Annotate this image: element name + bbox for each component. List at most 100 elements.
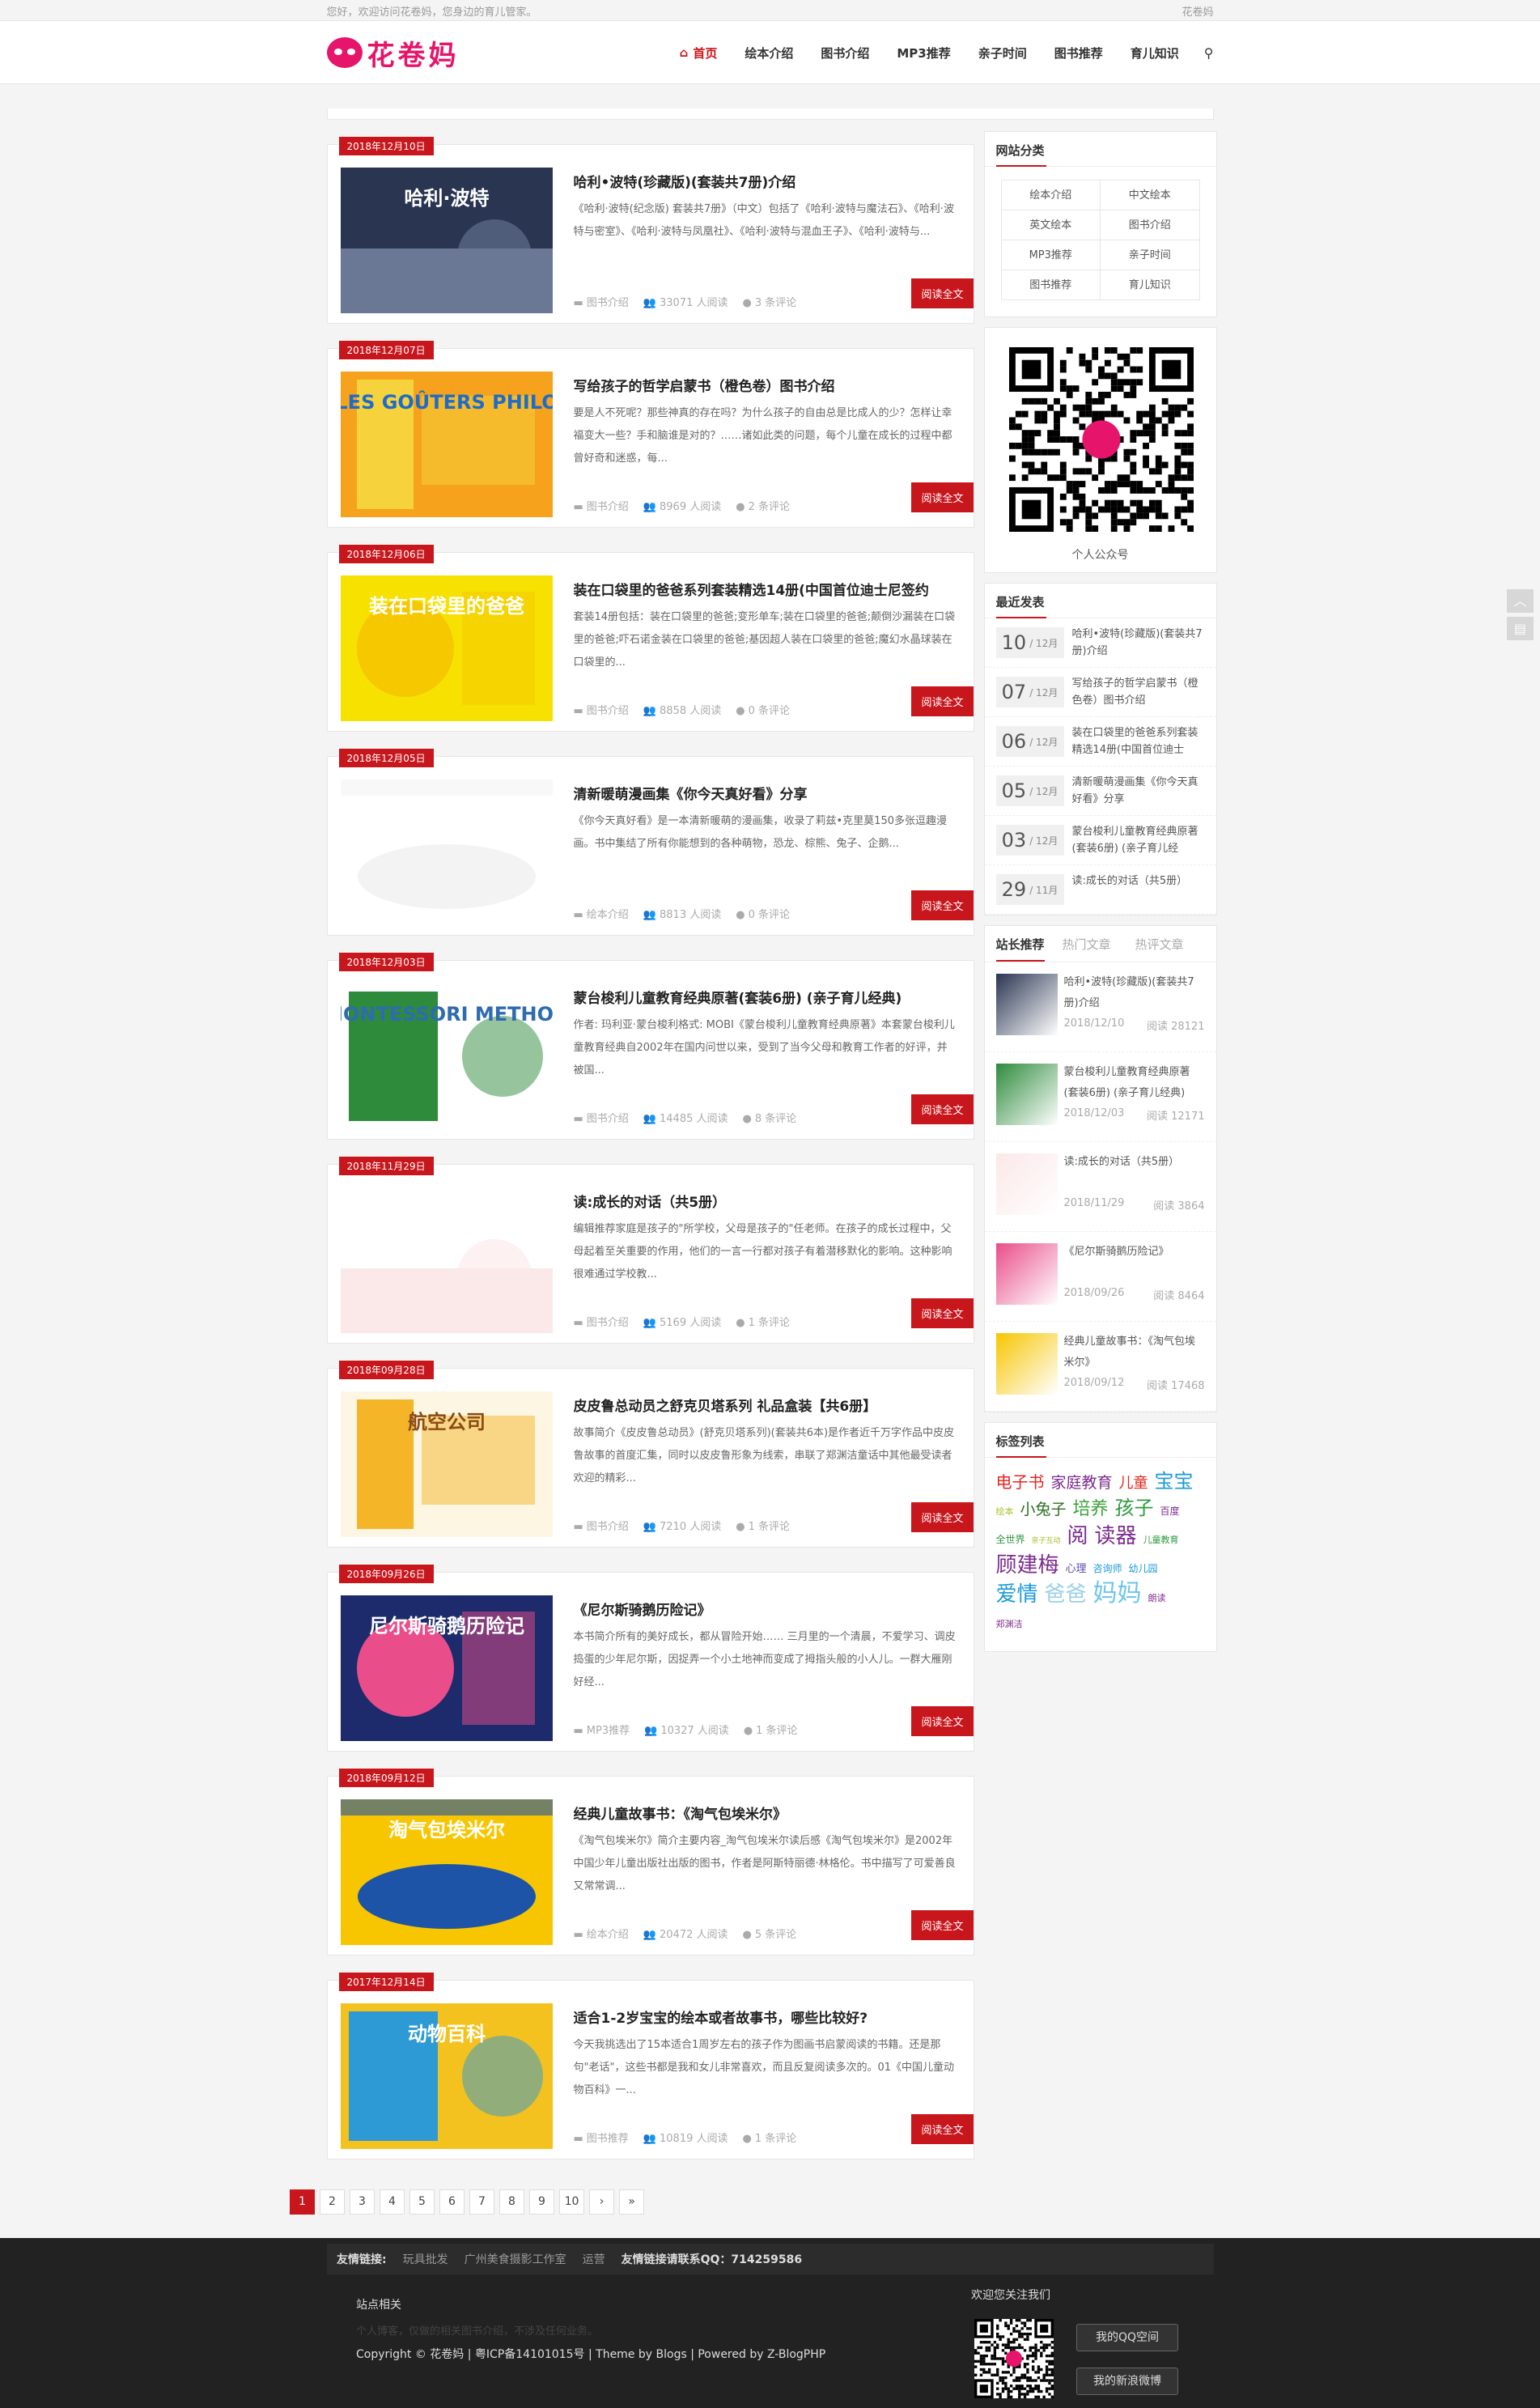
tag-link[interactable]: 绘本 bbox=[996, 1500, 1014, 1524]
recent-post-item[interactable]: 29/ 11月 读:成长的对话（共5册） bbox=[984, 865, 1216, 915]
page-link[interactable]: 10 bbox=[559, 2189, 584, 2215]
post-category[interactable]: ▬ 图书介绍 bbox=[574, 1314, 629, 1329]
read-more-button[interactable]: 阅读全文 bbox=[911, 686, 974, 716]
tag-link[interactable]: 百度 bbox=[1160, 1499, 1180, 1523]
post-thumbnail[interactable]: 淘气包埃米尔 bbox=[340, 1799, 553, 1945]
category-link[interactable]: 中文绘本 bbox=[1101, 180, 1200, 210]
tag-link[interactable]: 培养 bbox=[1073, 1497, 1109, 1522]
tag-link[interactable]: 爱情 bbox=[996, 1582, 1038, 1607]
post-title-link[interactable]: 清新暖萌漫画集《你今天真好看》分享 bbox=[574, 783, 957, 803]
tag-link[interactable]: 宝宝 bbox=[1155, 1469, 1194, 1493]
read-more-button[interactable]: 阅读全文 bbox=[911, 890, 974, 920]
read-more-button[interactable]: 阅读全文 bbox=[911, 2114, 974, 2144]
recommended-item[interactable]: 哈利•波特(珍藏版)(套装共7册)介绍 2018/12/10 阅读 28121 bbox=[984, 962, 1216, 1052]
recommended-item[interactable]: 经典儿童故事书：《淘气包埃米尔》 2018/09/12 阅读 17468 bbox=[984, 1322, 1216, 1412]
category-link[interactable]: 亲子时间 bbox=[1101, 240, 1200, 270]
nav-item-3[interactable]: MP3推荐 bbox=[883, 45, 964, 62]
weibo-button[interactable]: 我的新浪微博 bbox=[1076, 2368, 1178, 2395]
post-category[interactable]: ▬ 图书介绍 bbox=[574, 498, 629, 513]
post-title-link[interactable]: 《尼尔斯骑鹅历险记》 bbox=[574, 1599, 957, 1619]
post-cover-image[interactable]: 装在口袋里的爸爸 bbox=[340, 575, 553, 721]
post-comments[interactable]: ● 1 条评论 bbox=[743, 2130, 797, 2145]
tag-link[interactable]: 郑渊洁 bbox=[996, 1612, 1023, 1637]
site-link[interactable]: 花卷妈 bbox=[1182, 3, 1213, 19]
post-cover-image[interactable]: 航空公司 bbox=[340, 1391, 553, 1537]
tag-link[interactable]: 孩子 bbox=[1115, 1496, 1154, 1520]
post-title-link[interactable]: 写给孩子的哲学启蒙书（橙色卷）图书介绍 bbox=[574, 375, 957, 395]
tag-link[interactable]: 儿童教育 bbox=[1143, 1528, 1179, 1552]
tag-link[interactable]: 阅 bbox=[1067, 1524, 1088, 1548]
page-link[interactable]: › bbox=[589, 2189, 614, 2215]
post-thumbnail[interactable]: 航空公司 bbox=[340, 1391, 553, 1537]
post-category[interactable]: ▬ 图书推荐 bbox=[574, 2130, 629, 2145]
post-category[interactable]: ▬ 绘本介绍 bbox=[574, 1926, 629, 1941]
tag-link[interactable]: 电子书 bbox=[996, 1470, 1045, 1494]
post-cover-image[interactable]: LES GOÛTERS PHILO bbox=[340, 372, 553, 517]
post-category[interactable]: ▬ 图书介绍 bbox=[574, 294, 629, 309]
category-link[interactable]: 图书介绍 bbox=[1101, 210, 1200, 240]
tag-link[interactable]: 心理 bbox=[1066, 1557, 1087, 1582]
recommended-thumbnail[interactable] bbox=[995, 1064, 1058, 1125]
page-link[interactable]: 3 bbox=[350, 2189, 375, 2215]
post-title-link[interactable]: 哈利•波特(珍藏版)(套装共7册)介绍 bbox=[574, 171, 957, 191]
post-title-link[interactable]: 装在口袋里的爸爸系列套装精选14册(中国首位迪士尼签约 bbox=[574, 579, 957, 599]
read-more-button[interactable]: 阅读全文 bbox=[911, 1094, 974, 1124]
post-comments[interactable]: ● 8 条评论 bbox=[743, 1110, 797, 1125]
post-comments[interactable]: ● 1 条评论 bbox=[744, 1722, 798, 1737]
recommended-thumbnail[interactable] bbox=[995, 1243, 1058, 1305]
tag-link[interactable]: 咨询师 bbox=[1093, 1556, 1122, 1581]
category-link[interactable]: 绘本介绍 bbox=[1001, 180, 1101, 210]
category-link[interactable]: 英文绘本 bbox=[1001, 210, 1101, 240]
tab-2[interactable]: 热评文章 bbox=[1129, 926, 1190, 962]
tag-link[interactable]: 读器 bbox=[1095, 1524, 1137, 1548]
recent-post-item[interactable]: 06/ 12月 装在口袋里的爸爸系列套装精选14册(中国首位迪士 bbox=[984, 717, 1216, 767]
page-link[interactable]: 1 bbox=[290, 2189, 315, 2215]
nav-item-6[interactable]: 育儿知识 bbox=[1117, 45, 1193, 62]
tag-link[interactable]: 儿童 bbox=[1119, 1472, 1148, 1496]
category-link[interactable]: MP3推荐 bbox=[1001, 240, 1101, 270]
tab-1[interactable]: 热门文章 bbox=[1056, 926, 1118, 962]
page-link[interactable]: 6 bbox=[439, 2189, 465, 2215]
post-comments[interactable]: ● 5 条评论 bbox=[743, 1926, 797, 1941]
post-title-link[interactable]: 蒙台梭利儿童教育经典原著(套装6册) (亲子育儿经典) bbox=[574, 987, 957, 1007]
post-title-link[interactable]: 皮皮鲁总动员之舒克贝塔系列 礼品盒装【共6册】 bbox=[574, 1395, 957, 1415]
tab-0[interactable]: 站长推荐 bbox=[995, 926, 1045, 962]
post-comments[interactable]: ● 3 条评论 bbox=[743, 294, 797, 309]
friend-link[interactable]: 玩具批发 bbox=[403, 2251, 448, 2267]
qq-space-button[interactable]: 我的QQ空间 bbox=[1076, 2324, 1178, 2351]
post-thumbnail[interactable] bbox=[340, 779, 553, 925]
recommended-item[interactable]: 蒙台梭利儿童教育经典原著(套装6册) (亲子育儿经典) 2018/12/03 阅读 … bbox=[984, 1052, 1216, 1142]
post-category[interactable]: ▬ 图书介绍 bbox=[574, 702, 629, 717]
post-cover-image[interactable] bbox=[340, 1187, 553, 1333]
read-more-button[interactable]: 阅读全文 bbox=[911, 1502, 974, 1532]
post-thumbnail[interactable]: 动物百科 bbox=[340, 2003, 553, 2149]
post-comments[interactable]: ● 0 条评论 bbox=[736, 702, 790, 717]
search-icon[interactable]: ⚲ bbox=[1193, 45, 1214, 61]
tag-link[interactable]: 爸爸 bbox=[1045, 1582, 1087, 1607]
recommended-item[interactable]: 读:成长的对话（共5册） 2018/11/29 阅读 3864 bbox=[984, 1142, 1216, 1232]
post-thumbnail[interactable] bbox=[340, 1187, 553, 1333]
tag-link[interactable]: 幼儿园 bbox=[1129, 1556, 1158, 1581]
post-thumbnail[interactable]: MONTESSORI METHOD bbox=[340, 983, 553, 1129]
site-logo[interactable]: 花卷妈 bbox=[326, 33, 460, 73]
page-link[interactable]: 2 bbox=[320, 2189, 345, 2215]
post-category[interactable]: ▬ 图书介绍 bbox=[574, 1518, 629, 1533]
read-more-button[interactable]: 阅读全文 bbox=[911, 1910, 974, 1940]
page-link[interactable]: 7 bbox=[469, 2189, 494, 2215]
page-link[interactable]: 4 bbox=[380, 2189, 405, 2215]
nav-item-4[interactable]: 亲子时间 bbox=[965, 45, 1041, 62]
friend-link[interactable]: 运营 bbox=[583, 2251, 605, 2267]
read-more-button[interactable]: 阅读全文 bbox=[911, 482, 974, 512]
post-thumbnail[interactable]: 哈利·波特 bbox=[340, 168, 553, 313]
recent-post-item[interactable]: 07/ 12月 写给孩子的哲学启蒙书（橙色卷）图书介绍 bbox=[984, 668, 1216, 717]
category-link[interactable]: 育儿知识 bbox=[1101, 270, 1200, 300]
friend-link[interactable]: 广州美食摄影工作室 bbox=[465, 2251, 566, 2267]
page-link[interactable]: 9 bbox=[529, 2189, 554, 2215]
post-category[interactable]: ▬ 绘本介绍 bbox=[574, 906, 629, 921]
category-link[interactable]: 图书推荐 bbox=[1001, 270, 1101, 300]
post-category[interactable]: ▬ MP3推荐 bbox=[574, 1722, 630, 1737]
tag-link[interactable]: 全世界 bbox=[996, 1527, 1025, 1552]
tag-link[interactable]: 家庭教育 bbox=[1051, 1471, 1113, 1495]
post-title-link[interactable]: 读:成长的对话（共5册） bbox=[574, 1191, 957, 1211]
recent-post-item[interactable]: 03/ 12月 蒙台梭利儿童教育经典原著(套装6册) (亲子育儿经 bbox=[984, 816, 1216, 865]
